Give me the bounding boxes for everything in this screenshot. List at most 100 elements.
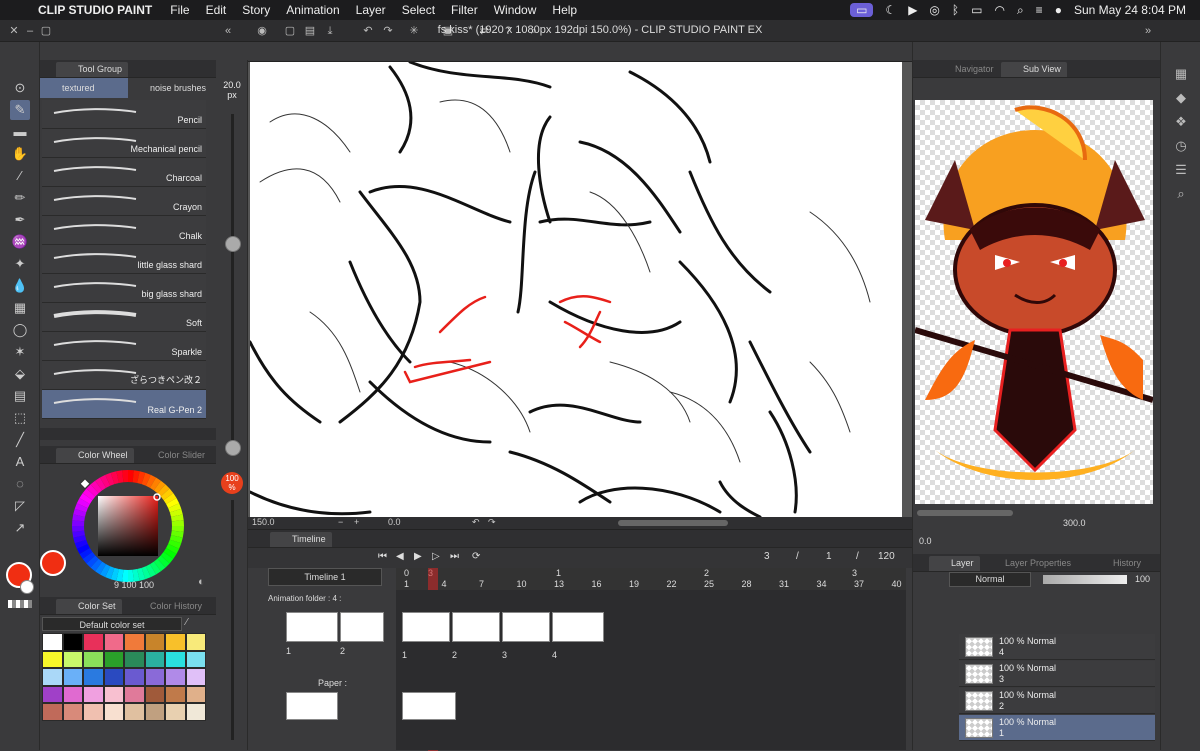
transparent-color-swatch[interactable]	[8, 600, 32, 608]
blend-tool-icon[interactable]: 💧	[10, 276, 30, 296]
app-logo-icon[interactable]: ◉	[254, 23, 270, 39]
panel-layer-icon[interactable]: ❖	[1171, 112, 1191, 132]
opacity-slider-knob[interactable]	[225, 440, 241, 456]
open-file-icon[interactable]: ▤	[302, 23, 318, 39]
siri-icon[interactable]: ●	[1055, 3, 1062, 17]
pencil-tool-icon[interactable]: ✏	[10, 188, 30, 208]
color-swatch[interactable]	[185, 633, 206, 651]
fill-tool-icon[interactable]: ⬙	[10, 364, 30, 384]
screen-mirror-icon[interactable]: ▭	[850, 3, 874, 17]
brush-tool-icon[interactable]: ✒	[10, 210, 30, 230]
tab-history[interactable]: History	[1091, 556, 1147, 571]
grid-tool-icon[interactable]: ▦	[10, 298, 30, 318]
panel-color-icon[interactable]: ▦	[1171, 64, 1191, 84]
start-frame[interactable]: 1	[826, 551, 832, 562]
search-icon[interactable]: ⌕	[1017, 3, 1024, 18]
layer-opacity-value[interactable]: 100	[1135, 574, 1150, 584]
auto-select-tool-icon[interactable]: ✶	[10, 342, 30, 362]
cel-1[interactable]	[402, 612, 450, 642]
size-slider-knob[interactable]	[225, 236, 241, 252]
menu-story[interactable]: Story	[242, 3, 270, 17]
brush-item[interactable]: Real G-Pen 2	[42, 390, 206, 419]
menu-help[interactable]: Help	[552, 3, 577, 17]
flip-icon[interactable]: ⇄	[476, 23, 492, 39]
figure-tool-icon[interactable]: ⬚	[10, 408, 30, 428]
panel-properties-icon[interactable]: ☰	[1171, 160, 1191, 180]
tab-layer-properties[interactable]: Layer Properties	[983, 556, 1077, 571]
brush-item[interactable]: big glass shard	[42, 274, 206, 303]
gradient-tool-icon[interactable]: ▤	[10, 386, 30, 406]
brush-item[interactable]: little glass shard	[42, 245, 206, 274]
color-swatch[interactable]	[62, 650, 83, 668]
color-swatch[interactable]	[103, 685, 124, 703]
tab-color-slider[interactable]: Color Slider	[136, 448, 211, 463]
frame-tool-icon[interactable]: ◸	[10, 496, 30, 516]
loading-icon[interactable]: ✳	[406, 23, 422, 39]
color-swatch[interactable]	[62, 703, 83, 721]
brush-item[interactable]: Charcoal	[42, 158, 206, 187]
current-frame[interactable]: 3	[764, 551, 770, 562]
cel-2[interactable]	[452, 612, 500, 642]
color-swatch[interactable]	[144, 650, 165, 668]
color-swatch[interactable]	[185, 650, 206, 668]
layer-opacity-slider[interactable]	[1043, 575, 1127, 584]
brush-item[interactable]: Soft	[42, 303, 206, 332]
color-swatch[interactable]	[165, 668, 186, 686]
lasso-tool-icon[interactable]: ◯	[10, 320, 30, 340]
layer-row[interactable]: 100 % Normal 1	[959, 715, 1155, 741]
color-swatch[interactable]	[103, 668, 124, 686]
battery-icon[interactable]: ▭	[971, 3, 982, 17]
minimize-icon[interactable]: –	[22, 23, 38, 39]
hand-tool-icon[interactable]: ✋	[10, 144, 30, 164]
brush-item[interactable]: Crayon	[42, 187, 206, 216]
zoom-in-icon[interactable]: +	[354, 517, 359, 527]
menu-edit[interactable]: Edit	[206, 3, 227, 17]
color-swatch[interactable]	[62, 668, 83, 686]
tab-layer[interactable]: Layer	[929, 556, 980, 571]
panel-material-icon[interactable]: ◆	[1171, 88, 1191, 108]
color-swatch[interactable]	[124, 668, 145, 686]
tab-timeline[interactable]: Timeline	[270, 532, 332, 547]
paper-label[interactable]: Paper :	[318, 678, 347, 688]
focus-moon-icon[interactable]: ☾	[885, 3, 896, 17]
brush-item[interactable]: ざらつきペン改２	[42, 361, 206, 390]
subview-slider[interactable]	[917, 510, 1013, 516]
deselect-icon[interactable]: ▣	[440, 23, 456, 39]
menu-layer[interactable]: Layer	[356, 3, 386, 17]
panel-main-color[interactable]	[40, 550, 66, 576]
color-swatch[interactable]	[83, 685, 104, 703]
color-swatch[interactable]	[103, 703, 124, 721]
opacity-slider-track[interactable]	[231, 500, 234, 740]
rotate-left-icon[interactable]: ↶	[472, 517, 480, 528]
layer-row[interactable]: 100 % Normal 3	[959, 661, 1155, 687]
timeline-select[interactable]: Timeline 1	[268, 568, 382, 586]
save-icon[interactable]: ⤓	[322, 23, 338, 39]
brush-item[interactable]: Pencil	[42, 100, 206, 129]
wifi-icon[interactable]: ◠	[994, 3, 1004, 17]
color-swatch[interactable]	[144, 633, 165, 651]
tab-color-history[interactable]: Color History	[128, 599, 208, 614]
balloon-tool-icon[interactable]: ◌	[10, 474, 30, 494]
color-set-select[interactable]: Default color set	[42, 617, 182, 631]
paper-thumb[interactable]	[286, 692, 338, 720]
color-swatch[interactable]	[83, 633, 104, 651]
color-swatch[interactable]	[103, 633, 124, 651]
color-swatch[interactable]	[165, 685, 186, 703]
canvas-hscrollbar[interactable]	[618, 520, 728, 526]
color-swatch[interactable]	[144, 703, 165, 721]
eraser-tool-icon[interactable]: ▬	[10, 122, 30, 142]
guide-icon[interactable]: ⌕	[526, 23, 542, 39]
redo-icon[interactable]: ↷	[380, 23, 396, 39]
animation-folder-label[interactable]: Animation folder : 4 :	[268, 594, 388, 608]
paper-cel[interactable]	[402, 692, 456, 720]
brush-item[interactable]: Chalk	[42, 216, 206, 245]
color-swatch[interactable]	[83, 650, 104, 668]
correct-line-tool-icon[interactable]: ↗	[10, 518, 30, 538]
tab-navigator[interactable]: Navigator	[933, 62, 1000, 77]
prev-frame-icon[interactable]: ◀	[396, 551, 404, 562]
color-swatch[interactable]	[42, 633, 63, 651]
operation-tool-icon[interactable]: ⊙	[10, 78, 30, 98]
cel-4[interactable]	[552, 612, 604, 642]
color-swatch[interactable]	[124, 633, 145, 651]
menu-animation[interactable]: Animation	[286, 3, 339, 17]
